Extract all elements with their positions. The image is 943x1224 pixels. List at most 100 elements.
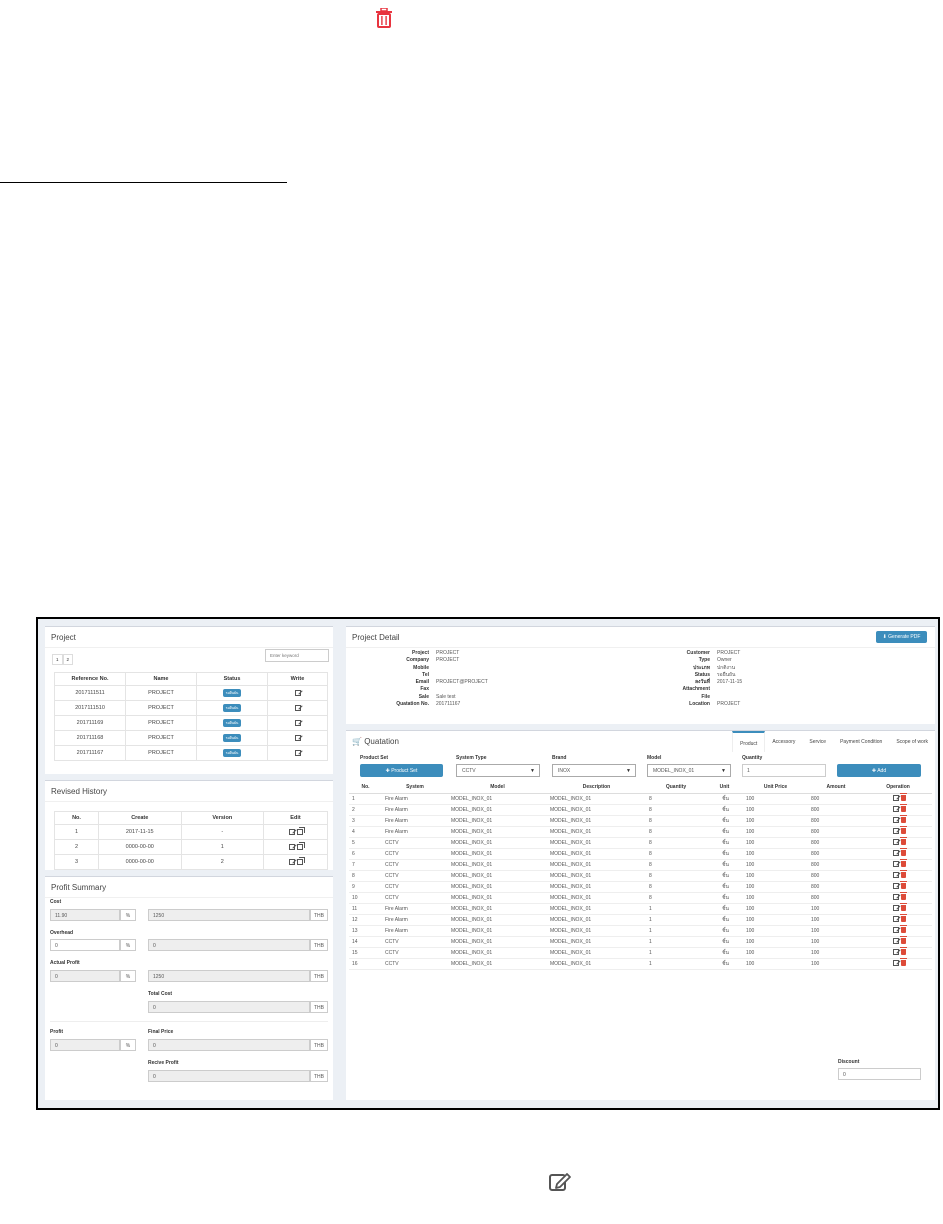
quantity: 8 <box>646 859 706 871</box>
reference-no[interactable]: 201711169 <box>54 715 126 731</box>
edit-icon[interactable] <box>892 905 899 912</box>
product-set-button[interactable]: ✚ Product Set <box>360 764 443 777</box>
tab-scope-of-work[interactable]: Scope of work <box>889 731 935 752</box>
edit-icon[interactable] <box>892 927 899 934</box>
edit-icon[interactable] <box>892 806 899 813</box>
delete-icon[interactable] <box>899 914 907 923</box>
row-number: 2 <box>349 804 382 816</box>
delete-icon[interactable] <box>899 936 907 945</box>
description: MODEL_INOX_01 <box>547 859 646 871</box>
detail-row: Sale Sale test <box>346 694 606 701</box>
cost-amount-field[interactable]: 1250 <box>148 909 310 921</box>
edit-icon[interactable] <box>892 861 899 868</box>
delete-icon[interactable] <box>899 958 907 967</box>
tab-payment-condition[interactable]: Payment Condition <box>833 731 889 752</box>
edit-icon[interactable] <box>892 839 899 846</box>
edit-icon[interactable] <box>892 795 899 802</box>
actual-profit-amount-field[interactable]: 1250 <box>148 970 310 982</box>
add-button[interactable]: ✚ Add <box>837 764 921 777</box>
currency-addon: THB <box>310 970 328 982</box>
edit-icon[interactable] <box>548 1171 572 1193</box>
edit-icon[interactable] <box>892 938 899 945</box>
copy-icon[interactable] <box>296 843 303 850</box>
edit-icon[interactable] <box>892 817 899 824</box>
system-type-select[interactable]: CCTV <box>456 764 540 777</box>
unit-price: 100 <box>743 914 808 926</box>
edit-icon[interactable] <box>892 916 899 923</box>
system: Fire Alarm <box>382 903 448 915</box>
edit-icon[interactable] <box>294 704 301 711</box>
delete-icon[interactable] <box>899 837 907 846</box>
cost-percent-field[interactable]: 11.90 <box>50 909 120 921</box>
edit-icon[interactable] <box>892 949 899 956</box>
reference-no[interactable]: 2017111510 <box>54 700 126 716</box>
edit-icon[interactable] <box>892 960 899 967</box>
delete-icon[interactable] <box>899 903 907 912</box>
delete-icon[interactable] <box>899 925 907 934</box>
quantity-input[interactable]: 1 <box>742 764 826 777</box>
row-number: 7 <box>349 859 382 871</box>
total-cost-field[interactable]: 0 <box>148 1001 310 1013</box>
brand-select[interactable]: INOX <box>552 764 636 777</box>
delete-icon[interactable] <box>899 859 907 868</box>
reference-no[interactable]: 2017111511 <box>54 685 126 701</box>
col-no: No. <box>54 811 99 825</box>
tab-product[interactable]: Product <box>732 731 766 752</box>
delete-icon[interactable] <box>899 826 907 835</box>
generate-pdf-button[interactable]: ⬇ Generate PDF <box>876 631 927 643</box>
delete-icon[interactable] <box>899 881 907 890</box>
unit-price: 100 <box>743 848 808 860</box>
delete-icon[interactable] <box>899 804 907 813</box>
tab-accessory[interactable]: Accessory <box>765 731 802 752</box>
copy-icon[interactable] <box>296 858 303 865</box>
system: Fire Alarm <box>382 914 448 926</box>
col-version: Version <box>180 811 264 825</box>
overhead-label: Overhead <box>50 930 74 936</box>
delete-icon[interactable] <box>375 8 393 28</box>
edit-icon[interactable] <box>892 850 899 857</box>
actual-profit-percent-field[interactable]: 0 <box>50 970 120 982</box>
delete-icon[interactable] <box>899 947 907 956</box>
overhead-percent-field[interactable]: 0 <box>50 939 120 951</box>
overhead-amount-field[interactable]: 0 <box>148 939 310 951</box>
edit-icon[interactable] <box>892 883 899 890</box>
edit-icon[interactable] <box>892 894 899 901</box>
edit-icon[interactable] <box>294 719 301 726</box>
final-price-field[interactable]: 0 <box>148 1039 310 1051</box>
tab-service[interactable]: Service <box>802 731 833 752</box>
edit-icon[interactable] <box>294 734 301 741</box>
discount-input[interactable]: 0 <box>838 1068 921 1080</box>
operation-cell <box>864 892 932 904</box>
edit-icon[interactable] <box>288 858 295 865</box>
edit-icon[interactable] <box>288 843 295 850</box>
col-create: Create <box>98 811 182 825</box>
model: MODEL_INOX_01 <box>448 826 547 838</box>
delete-icon[interactable] <box>899 848 907 857</box>
detail-right-column: Customer PROJECT Type Owner ประเภท ปกติงาน Sta… <box>636 650 896 708</box>
edit-icon[interactable] <box>892 828 899 835</box>
system: CCTV <box>382 859 448 871</box>
currency-addon: THB <box>310 1001 328 1013</box>
recive-profit-field[interactable]: 0 <box>148 1070 310 1082</box>
search-input[interactable] <box>265 649 329 662</box>
detail-value: 201711167 <box>436 701 461 708</box>
edit-icon[interactable] <box>892 872 899 879</box>
edit-icon[interactable] <box>288 828 295 835</box>
delete-icon[interactable] <box>899 793 907 802</box>
delete-icon[interactable] <box>899 815 907 824</box>
profit-percent-field[interactable]: 0 <box>50 1039 120 1051</box>
edit-icon[interactable] <box>294 749 301 756</box>
cart-icon: 🛒 <box>352 737 362 746</box>
copy-icon[interactable] <box>296 828 303 835</box>
reference-no[interactable]: 201711168 <box>54 730 126 746</box>
delete-icon[interactable] <box>899 892 907 901</box>
detail-row: Quatation No. 201711167 <box>346 701 606 708</box>
panel-title: Project <box>45 627 333 648</box>
edit-icon[interactable] <box>294 689 301 696</box>
delete-icon[interactable] <box>899 870 907 879</box>
reference-no[interactable]: 201711167 <box>54 745 126 761</box>
page-2-button[interactable]: 2 <box>62 654 74 665</box>
description: MODEL_INOX_01 <box>547 936 646 948</box>
page-1-button[interactable]: 1 <box>52 654 63 665</box>
model-select[interactable]: MODEL_INOX_01 <box>647 764 731 777</box>
